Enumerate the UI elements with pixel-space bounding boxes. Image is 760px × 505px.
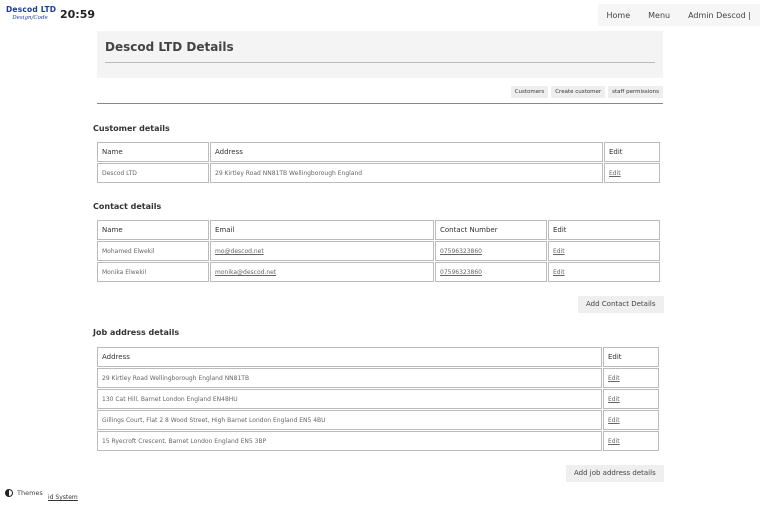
job-address: 130 Cat Hill, Barnet London England EN48… (97, 389, 602, 409)
job-address: 15 Ryecroft Crescent, Barnet London Engl… (97, 431, 602, 451)
table-header: Address Edit (97, 347, 662, 367)
add-contact-button[interactable]: Add Contact Details (578, 296, 664, 313)
col-name: Name (97, 220, 209, 240)
phone-cell: 07596323860 (435, 262, 547, 282)
job-address: Gillings Court, Flat 2 8 Wood Street, Hi… (97, 410, 602, 430)
col-edit: Edit (603, 347, 659, 367)
table-row: 130 Cat Hill, Barnet London England EN48… (97, 389, 662, 409)
job-address-heading: Job address details (93, 328, 180, 337)
page-title: Descod LTD Details (105, 40, 234, 54)
table-header: Name Email Contact Number Edit (97, 220, 662, 240)
contact-name: Monika Elwekil (97, 262, 209, 282)
page-header: Descod LTD Details (97, 31, 663, 78)
job-address: 29 Kirtley Road Wellingborough England N… (97, 368, 602, 388)
col-email: Email (210, 220, 434, 240)
col-address: Address (97, 347, 602, 367)
edit-cell: Edit (603, 368, 659, 388)
col-contact-number: Contact Number (435, 220, 547, 240)
email-cell: monika@descod.net (210, 262, 434, 282)
table-row: Gillings Court, Flat 2 8 Wood Street, Hi… (97, 410, 662, 430)
col-edit: Edit (548, 220, 660, 240)
phone-link[interactable]: 07596323860 (440, 269, 482, 276)
table-row: Mohamed Elwekil mo@descod.net 0759632386… (97, 241, 662, 261)
top-bar: Descod LTD Design/Code 20:59 Home Menu A… (0, 0, 760, 32)
nav-menu[interactable]: Menu (639, 11, 679, 20)
sub-nav: Customers Create customer staff permissi… (510, 86, 663, 98)
phone-link[interactable]: 07596323860 (440, 248, 482, 255)
col-name: Name (97, 142, 209, 162)
themes-toggle[interactable]: Themes (5, 487, 43, 499)
contact-table: Name Email Contact Number Edit Mohamed E… (97, 220, 662, 283)
title-divider (105, 62, 655, 63)
logo-line1: Descod LTD (6, 5, 57, 14)
main-nav: Home Menu Admin Descod | (597, 4, 760, 26)
table-header: Name Address Edit (97, 142, 662, 162)
email-link[interactable]: monika@descod.net (215, 269, 276, 276)
edit-link[interactable]: Edit (553, 269, 565, 276)
edit-link[interactable]: Edit (553, 248, 565, 255)
col-address: Address (210, 142, 603, 162)
edit-link[interactable]: Edit (608, 375, 620, 382)
themes-label: Themes (17, 489, 43, 497)
contact-details-heading: Contact details (93, 202, 162, 211)
company-logo[interactable]: Descod LTD Design/Code (6, 5, 57, 27)
edit-link[interactable]: Edit (608, 417, 620, 424)
nav-home[interactable]: Home (598, 11, 640, 20)
table-row: Monika Elwekil monika@descod.net 0759632… (97, 262, 662, 282)
edit-cell: Edit (604, 163, 660, 183)
nav-admin[interactable]: Admin Descod | (679, 11, 760, 20)
email-link[interactable]: mo@descod.net (215, 248, 264, 255)
edit-cell: Edit (603, 431, 659, 451)
subnav-staff-permissions[interactable]: staff permissions (608, 86, 663, 98)
edit-cell: Edit (548, 262, 660, 282)
customer-name: Descod LTD (97, 163, 209, 183)
table-row: Descod LTD 29 Kirtley Road NN81TB Wellin… (97, 163, 662, 183)
footer-link[interactable]: id System (48, 494, 78, 501)
logo-line2: Design/Code (12, 15, 48, 21)
table-row: 29 Kirtley Road Wellingborough England N… (97, 368, 662, 388)
email-cell: mo@descod.net (210, 241, 434, 261)
customer-table: Name Address Edit Descod LTD 29 Kirtley … (97, 142, 662, 184)
edit-link[interactable]: Edit (608, 438, 620, 445)
table-row: 15 Ryecroft Crescent, Barnet London Engl… (97, 431, 662, 451)
add-job-address-button[interactable]: Add job address details (566, 465, 664, 482)
phone-cell: 07596323860 (435, 241, 547, 261)
edit-cell: Edit (548, 241, 660, 261)
clock: 20:59 (60, 8, 96, 21)
contrast-icon (5, 489, 13, 497)
edit-cell: Edit (603, 389, 659, 409)
section-divider (97, 103, 663, 104)
edit-link[interactable]: Edit (608, 396, 620, 403)
col-edit: Edit (604, 142, 660, 162)
subnav-customers[interactable]: Customers (510, 86, 549, 98)
job-address-table: Address Edit 29 Kirtley Road Wellingboro… (97, 347, 662, 452)
customer-details-heading: Customer details (93, 124, 170, 133)
customer-address: 29 Kirtley Road NN81TB Wellingborough En… (210, 163, 603, 183)
edit-cell: Edit (603, 410, 659, 430)
subnav-create-customer[interactable]: Create customer (551, 86, 606, 98)
edit-link[interactable]: Edit (609, 170, 621, 177)
contact-name: Mohamed Elwekil (97, 241, 209, 261)
